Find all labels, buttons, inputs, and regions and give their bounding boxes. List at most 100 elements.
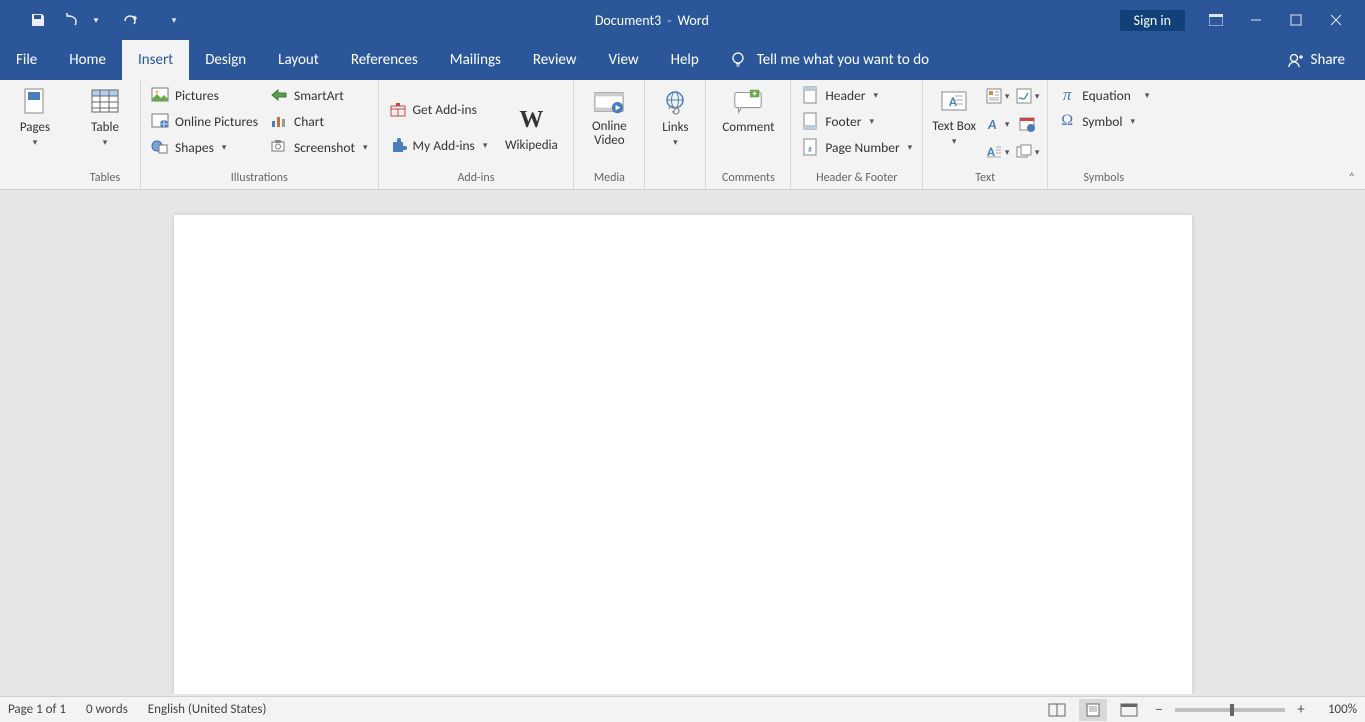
minimize-icon[interactable] <box>1247 11 1265 29</box>
app-name: Word <box>678 12 709 29</box>
group-illustrations-label: Illustrations <box>147 171 372 187</box>
tab-design[interactable]: Design <box>189 40 262 80</box>
chevron-down-icon: ▾ <box>908 142 913 153</box>
pages-button[interactable]: Pages ▾ <box>6 84 64 148</box>
get-addins-label: Get Add-ins <box>413 101 477 118</box>
chevron-down-icon: ▾ <box>103 137 108 148</box>
tab-insert[interactable]: Insert <box>122 40 189 80</box>
tab-view[interactable]: View <box>593 40 655 80</box>
zoom-slider[interactable] <box>1175 708 1285 712</box>
group-pages-label <box>6 171 64 187</box>
document-area <box>0 190 1365 694</box>
tell-me-search[interactable]: Tell me what you want to do <box>715 40 929 80</box>
date-time-button[interactable] <box>1013 112 1041 136</box>
ribbon-display-icon[interactable] <box>1207 11 1225 29</box>
chart-icon <box>270 112 288 130</box>
symbol-icon: Ω <box>1058 112 1076 130</box>
print-layout-button[interactable] <box>1079 699 1107 721</box>
chevron-down-icon: ▾ <box>874 90 879 101</box>
drop-cap-button[interactable]: A▾ <box>983 140 1011 164</box>
chart-button[interactable]: Chart <box>266 110 372 132</box>
wikipedia-button[interactable]: W Wikipedia <box>495 102 567 153</box>
zoom-level[interactable]: 100% <box>1317 702 1357 717</box>
online-pictures-button[interactable]: Online Pictures <box>147 110 262 132</box>
screenshot-button[interactable]: Screenshot ▾ <box>266 136 372 158</box>
object-button[interactable]: ▾ <box>1013 140 1041 164</box>
undo-dropdown-icon[interactable]: ▾ <box>86 10 106 30</box>
document-page[interactable] <box>174 215 1192 694</box>
tab-layout[interactable]: Layout <box>262 40 335 80</box>
chevron-down-icon: ▾ <box>483 140 488 151</box>
comment-button[interactable]: Comment <box>712 84 784 135</box>
equation-icon: π <box>1058 86 1076 104</box>
svg-text:#: # <box>808 145 812 155</box>
chevron-down-icon: ▾ <box>869 116 874 127</box>
tab-help[interactable]: Help <box>655 40 715 80</box>
shapes-icon <box>151 138 169 156</box>
online-pictures-label: Online Pictures <box>175 113 258 130</box>
tab-mailings[interactable]: Mailings <box>434 40 517 80</box>
web-layout-button[interactable] <box>1115 699 1143 721</box>
header-icon <box>801 86 819 104</box>
zoom-in-button[interactable]: + <box>1293 701 1309 719</box>
document-name: Document3 <box>595 12 661 29</box>
links-button[interactable]: Links ▾ <box>651 84 699 148</box>
chevron-down-icon: ▾ <box>1130 116 1135 127</box>
wikipedia-label: Wikipedia <box>505 138 558 153</box>
window-title: Document3-Word <box>184 12 1120 29</box>
share-button[interactable]: Share <box>1287 40 1365 80</box>
maximize-icon[interactable] <box>1287 11 1305 29</box>
svg-text:A: A <box>987 116 997 133</box>
signature-line-button[interactable]: ▾ <box>1013 84 1041 108</box>
status-page[interactable]: Page 1 of 1 <box>8 702 66 717</box>
text-box-button[interactable]: A Text Box ▾ <box>929 84 979 147</box>
quick-parts-button[interactable]: ▾ <box>983 84 1011 108</box>
group-addins: Get Add-ins My Add-ins ▾ W Wikipedia Add… <box>379 80 575 189</box>
tab-home[interactable]: Home <box>53 40 122 80</box>
footer-button[interactable]: Footer ▾ <box>797 110 916 132</box>
group-symbols: π Equation ▾ Ω Symbol ▾ Symbols <box>1048 80 1159 189</box>
redo-icon[interactable] <box>120 10 140 30</box>
wordart-button[interactable]: A▾ <box>983 112 1011 136</box>
header-button[interactable]: Header ▾ <box>797 84 916 106</box>
sign-in-button[interactable]: Sign in <box>1120 10 1185 31</box>
pictures-icon <box>151 86 169 104</box>
chevron-down-icon: ▾ <box>363 142 368 153</box>
save-icon[interactable] <box>28 10 48 30</box>
page-number-button[interactable]: # Page Number ▾ <box>797 136 916 158</box>
share-icon <box>1287 51 1305 69</box>
group-header-footer-label: Header & Footer <box>797 171 916 187</box>
status-language[interactable]: English (United States) <box>148 702 267 717</box>
status-word-count[interactable]: 0 words <box>86 702 128 717</box>
my-addins-button[interactable]: My Add-ins ▾ <box>385 135 492 157</box>
chevron-down-icon: ▾ <box>33 137 38 148</box>
table-button[interactable]: Table ▾ <box>76 84 134 148</box>
equation-button[interactable]: π Equation ▾ <box>1054 84 1153 106</box>
close-icon[interactable] <box>1327 11 1345 29</box>
pages-label: Pages <box>20 120 50 135</box>
share-label: Share <box>1311 51 1345 69</box>
group-media-label: Media <box>580 171 638 187</box>
footer-label: Footer <box>825 113 861 130</box>
tab-file[interactable]: File <box>0 40 53 80</box>
pictures-button[interactable]: Pictures <box>147 84 262 106</box>
ribbon-tabs: File Home Insert Design Layout Reference… <box>0 40 1365 80</box>
zoom-out-button[interactable]: − <box>1151 701 1167 719</box>
smartart-button[interactable]: SmartArt <box>266 84 372 106</box>
table-icon <box>89 86 121 118</box>
tab-references[interactable]: References <box>335 40 434 80</box>
get-addins-button[interactable]: Get Add-ins <box>385 99 492 121</box>
chevron-down-icon: ▾ <box>952 136 957 147</box>
tab-review[interactable]: Review <box>517 40 593 80</box>
read-mode-button[interactable] <box>1043 699 1071 721</box>
collapse-ribbon-icon[interactable]: ˄ <box>1349 171 1355 185</box>
symbol-label: Symbol <box>1082 113 1122 130</box>
group-symbols-label: Symbols <box>1054 171 1153 187</box>
online-pictures-icon <box>151 112 169 130</box>
undo-icon[interactable] <box>62 10 82 30</box>
ribbon: Pages ▾ Table ▾ Tables Pictures <box>0 80 1365 190</box>
shapes-button[interactable]: Shapes ▾ <box>147 136 262 158</box>
symbol-button[interactable]: Ω Symbol ▾ <box>1054 110 1153 132</box>
qat-customize-icon[interactable]: ▾ <box>164 10 184 30</box>
online-video-button[interactable]: Online Video <box>580 84 638 149</box>
